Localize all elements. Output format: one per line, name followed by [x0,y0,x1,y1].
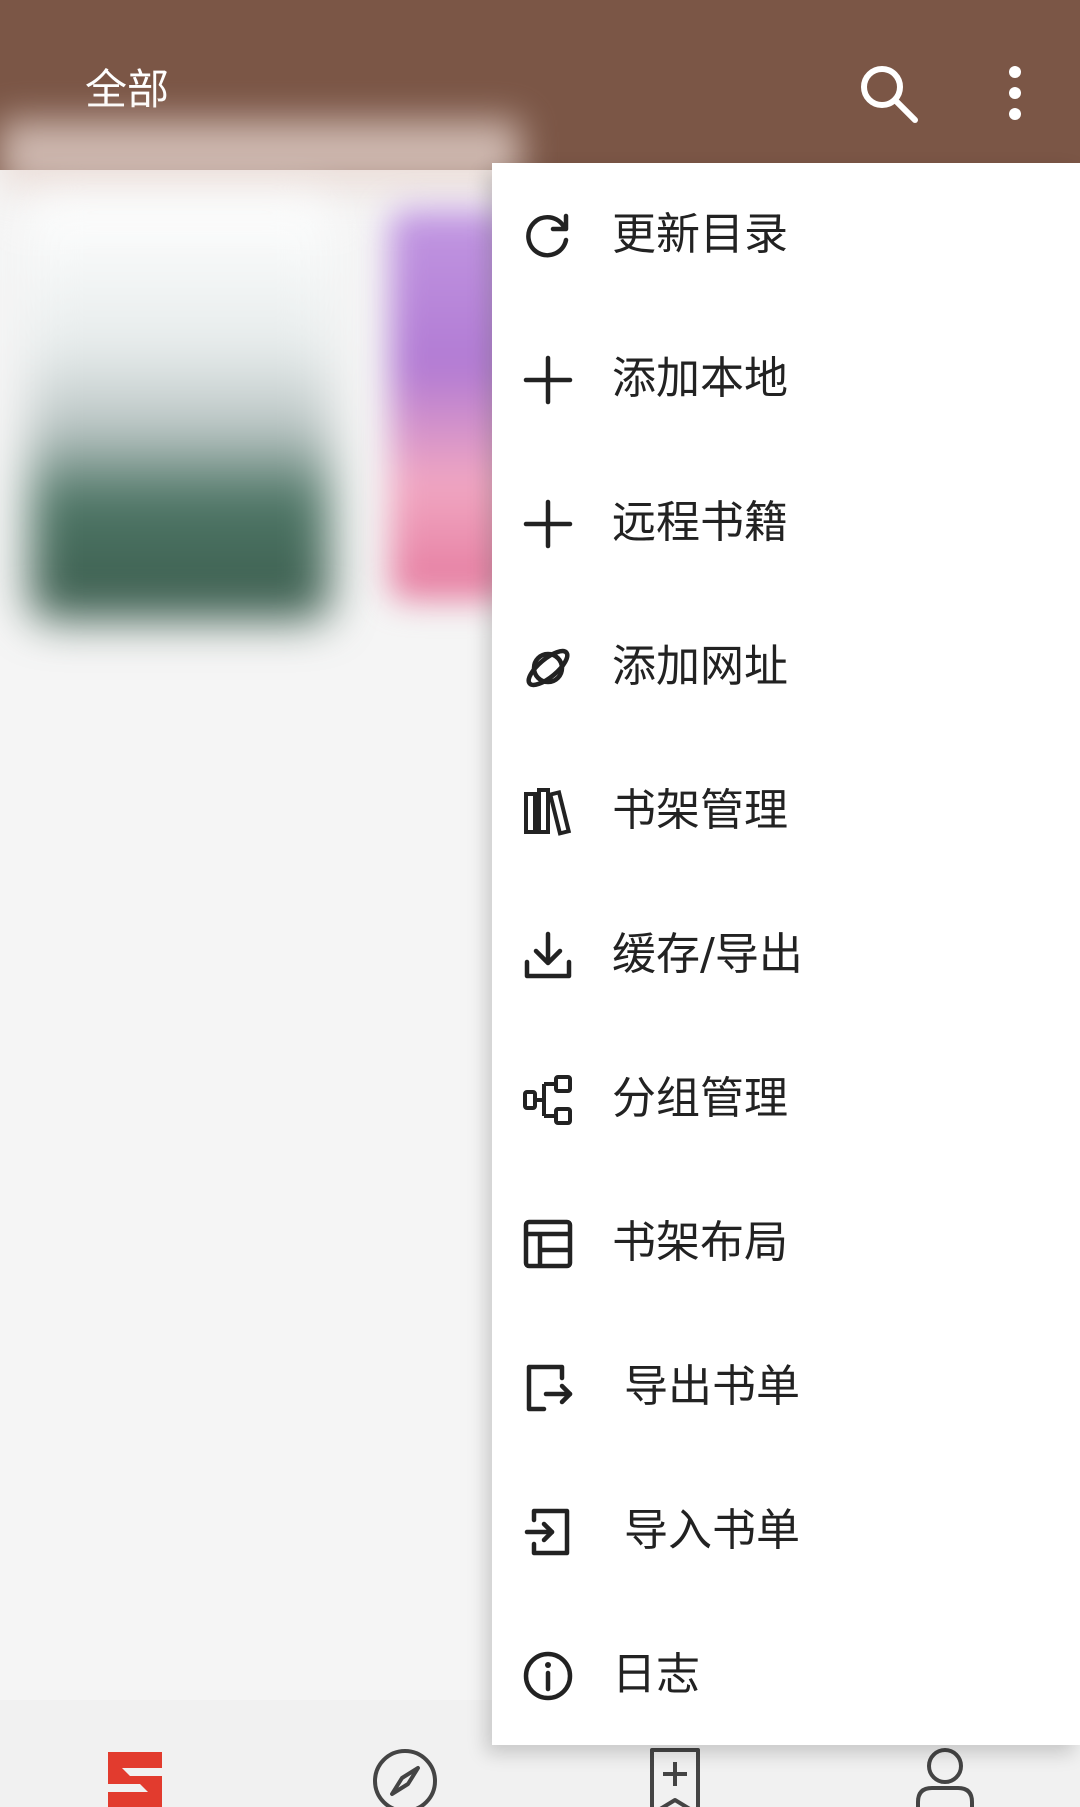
menu-item-label: 书架布局 [612,1217,788,1268]
menu-item-shelf-layout[interactable]: 书架布局 [492,1171,1080,1315]
menu-item-shelf-manage[interactable]: 书架管理 [492,739,1080,883]
menu-item-label: 添加网址 [612,641,788,692]
more-vert-icon [1009,66,1021,120]
menu-item-add-url[interactable]: 添加网址 [492,595,1080,739]
import-icon [524,1508,570,1556]
book-cover[interactable] [30,200,330,620]
menu-item-cache-export[interactable]: 缓存/导出 [492,883,1080,1027]
info-icon [523,1651,573,1701]
compass-icon [373,1749,437,1807]
menu-item-label: 书架管理 [612,785,788,836]
menu-item-label: 缓存/导出 [612,929,803,980]
search-icon [861,66,918,123]
download-icon [524,931,572,979]
export-icon [526,1364,573,1412]
nav-tab-bookshelf[interactable] [100,1746,170,1807]
menu-item-export-booklist[interactable]: 导出书单 [492,1315,1080,1459]
menu-item-group-manage[interactable]: 分组管理 [492,1027,1080,1171]
books-icon [524,788,572,836]
menu-item-label: 日志 [612,1649,700,1700]
planet-icon [526,648,570,688]
bookmark-add-icon [650,1748,700,1807]
plus-icon [523,499,573,549]
group-icon [523,1075,572,1125]
menu-item-add-local[interactable]: 添加本地 [492,307,1080,451]
menu-item-label: 更新目录 [612,209,788,260]
nav-tab-explore[interactable] [370,1746,440,1807]
menu-item-label: 添加本地 [612,353,788,404]
menu-item-import-booklist[interactable]: 导入书单 [492,1459,1080,1603]
menu-item-label: 导入书单 [624,1505,800,1556]
layout-icon [523,1219,573,1269]
menu-item-update-catalog[interactable]: 更新目录 [492,163,1080,307]
menu-item-label: 分组管理 [612,1073,788,1124]
more-options-button[interactable] [1000,60,1030,126]
search-button[interactable] [855,60,921,126]
plus-icon [523,355,573,405]
menu-item-label: 远程书籍 [612,497,788,548]
refresh-icon [526,213,569,258]
nav-tab-rss[interactable] [640,1746,710,1807]
overflow-menu: 更新目录 添加本地 远程书籍 添加网址 书架管理 缓存/导出 分组管理 书架布局… [492,163,1080,1745]
menu-item-label: 导出书单 [624,1361,800,1412]
blur-band [0,120,520,190]
person-icon [916,1748,974,1807]
menu-item-remote-books[interactable]: 远程书籍 [492,451,1080,595]
bookshelf-icon [108,1752,162,1807]
menu-item-log[interactable]: 日志 [492,1603,1080,1747]
page-title[interactable]: 全部 [85,64,169,116]
nav-tab-my[interactable] [910,1746,980,1807]
